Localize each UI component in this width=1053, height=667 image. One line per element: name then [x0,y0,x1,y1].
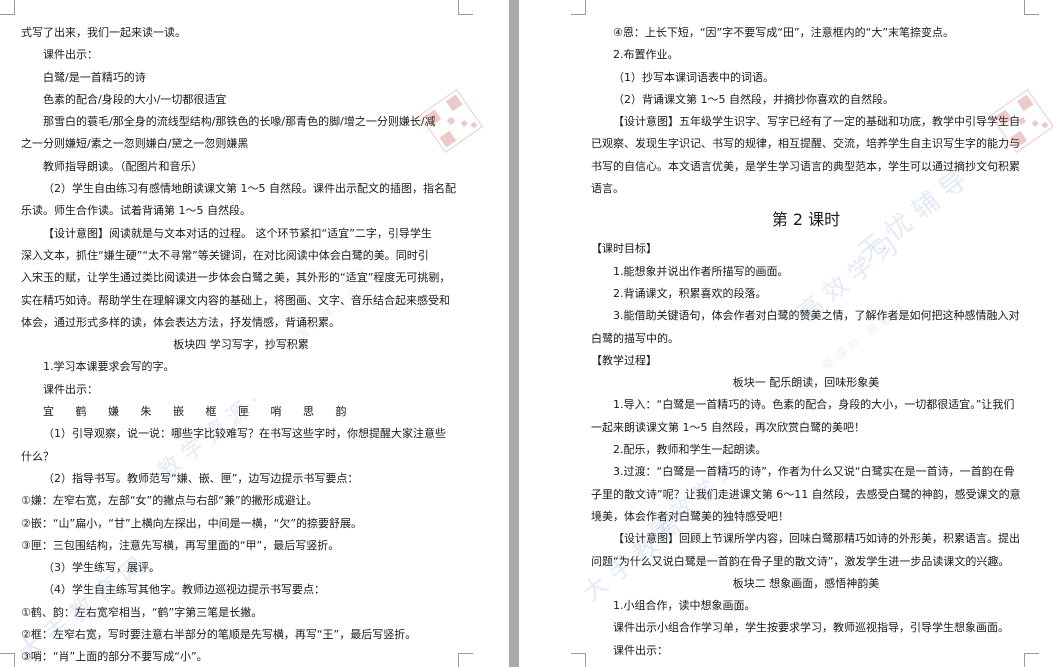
text-line: （2）学生自由练习有感情地朗读课文第 1～5 自然段。课件出示配文的插图，指名配 [43,182,456,196]
section-label: 【课时目标】 [591,242,657,256]
text-line: （3）学生练写，展评。 [43,561,160,575]
text-line: 3.过渡：“白鹭是一首精巧的诗”，作者为什么又说“白鹭实在是一首诗，一首韵在骨 [613,465,1015,479]
text-line: 白鹭的描写中的。 [591,331,679,345]
document-page-left: 式写了出来，我们一起来读一读。 课件出示： 白鹭/是一首精巧的诗 色素的配合/身… [0,0,509,667]
text-line: 之一分则嫌短/素之一忽则嫌白/黛之一忽则嫌黑 [21,137,249,151]
text-line: 2.配乐，教师和学生一起朗读。 [613,443,767,457]
text-line: 语言。 [591,182,624,196]
crop-mark [0,0,15,15]
text-line: ①鹤、韵：左右宽窄相当，“鹤”字第三笔是长撇。 [21,605,263,619]
text-line: 1.小组合作，读中想象画面。 [613,599,756,613]
text-line: 课件出示： [613,643,668,657]
text-line: 教师指导朗读。（配图片和音乐） [43,159,203,173]
text-line: 课件出示小组合作学习单，学生按要求学习，教师巡视指导，引导学生想象画面。 [613,621,1009,635]
text-line: 1.导入：“白鹭是一首精巧的诗。色素的配合，身段的大小，一切都很适宜。”让我们 [613,398,1015,412]
crop-mark [1024,653,1039,667]
text-line: 问题“为什么又说白鹭是一首韵在骨子里的散文诗”，激发学生进一步品读课文的兴趣。 [591,554,1010,568]
text-line: 境美，体会作者对白鹭美的独特感受吧！ [591,509,789,523]
design-intent-paragraph: 【设计意图】阅读就是与文本对话的过程。 这个环节紧扣“适宜”二字，引导学生 [43,226,432,240]
text-line: 课件出示： [43,382,98,396]
text-line: 式写了出来，我们一起来读一读。 [21,26,186,39]
text-line: 3.能借助关键语句，体会作者对白鹭的赞美之情，了解作者是如何把这种感情融入对 [613,309,1020,323]
text-line: 白鹭/是一首精巧的诗 [43,70,146,84]
text-line: （4）学生自主练写其他字。教师边巡视边提示书写要点： [43,583,325,597]
text-line: 入宋玉的赋，让学生通过类比阅读进一步体会白鹭之美，其外形的“适宜”程度无可挑剔， [21,271,451,285]
text-line: 体会，通过形式多样的读，体会表达方法，抒发情感，背诵积累。 [21,315,340,329]
crop-mark [571,653,586,667]
design-intent-paragraph: 【设计意图】五年级学生识字、写字已经有了一定的基础和功底，教学中引导学生自 [613,115,1020,129]
page-text-left: 式写了出来，我们一起来读一读。 课件出示： 白鹭/是一首精巧的诗 色素的配合/身… [21,22,461,667]
section-heading: 板块二 想象画面，感悟神韵美 [732,576,880,590]
crop-mark [1024,0,1039,15]
text-line: 实在精巧如诗。帮助学生在理解课文内容的基础上，将图画、文字、音乐结合起来感受和 [21,293,450,307]
lesson-heading: 第 2 课时 [771,210,841,230]
text-line: （2）背诵课文第 1～5 自然段，并摘抄你喜欢的自然段。 [613,92,894,106]
section-heading: 板块一 配乐朗读，回味形象美 [732,376,880,390]
text-line: ③哨：“肖”上面的部分不要写成“小”。 [21,650,208,664]
document-page-right: ④恩：上长下短，“因”字不要写成“田”，注意框内的“大”末笔捺变点。 2.布置作… [519,0,1053,667]
text-line: 子里的散文诗”呢？让我们走进课文第 6～11 自然段，去感受白鹭的神韵，感受课文… [591,487,1021,501]
text-line: 那雪白的蓑毛/那全身的流线型结构/那铁色的长喙/那青色的脚/增之一分则嫌长/减 [43,115,436,129]
text-line: 书写的自信心。本文语言优美，是学生学习语言的典型范本，学生可以通过摘抄文句积累 [591,159,1020,173]
text-line: 已观察、发现生字识记、书写的规律，相互提醒、交流，培养学生自主识写生字的能力与 [591,137,1020,151]
text-line: ④恩：上长下短，“因”字不要写成“田”，注意框内的“大”末笔捺变点。 [613,26,955,39]
text-line: 一起来朗读课文第 1～5 自然段，再次欣赏白鹭的美吧！ [591,420,865,434]
text-line: 2.背诵课文，积累喜欢的段落。 [613,286,767,300]
text-line: 色素的配合/身段的大小/一切都很适宜 [43,92,227,106]
crop-mark [571,0,586,15]
character-list: 宜 鹤 嫌 朱 嵌 框 匣 哨 思 韵 [43,405,356,419]
text-line: （2）指导书写。教师范写“嫌、嵌、匣”，边写边提示书写要点： [43,471,359,485]
section-label: 【教学过程】 [591,353,657,367]
text-line: 2.布置作业。 [613,48,679,62]
page-text-right: ④恩：上长下短，“因”字不要写成“田”，注意框内的“大”末笔捺变点。 2.布置作… [591,22,1021,662]
text-line: ①嫌：左窄右宽，左部“女”的撇点与右部“兼”的撇形成避让。 [21,494,318,508]
crop-mark [0,653,15,667]
text-line: 1.学习本课要求会写的字。 [43,360,175,374]
text-line: 课件出示： [43,48,98,62]
text-line: （1）引导观察，说一说：哪些字比较难写？在书写这些字时，你想提醒大家注意些 [43,427,446,441]
text-line: ③匣：三包围结构，注意先写横，再写里面的“甲”，最后写竖折。 [21,538,340,552]
text-line: ②嵌：“山”扁小，“甘”上横向左探出，中间是一横，“欠”的捺要舒展。 [21,516,363,530]
text-line: 乐读。师生合作读。试着背诵第 1～5 自然段。 [21,204,251,218]
text-line: 深入文本，抓住“嫌生硬”“太不寻常”等关键词，在对比阅读中体会白鹭的美。同时引 [21,248,429,262]
text-line: 什么？ [21,449,54,463]
section-heading: 板块四 学习写字，抄写积累 [173,338,309,352]
text-line: （1）抄写本课词语表中的词语。 [613,70,774,84]
text-line: ②框：左窄右宽，写时要注意右半部分的笔顺是先写横，再写“王”，最后写竖折。 [21,628,417,642]
text-line: 1.能想象并说出作者所描写的画面。 [613,264,789,278]
design-intent-paragraph: 【设计意图】回顾上节课所学内容，回味白鹭那精巧如诗的外形美，积累语言。提出 [613,532,1020,546]
crop-mark [458,0,473,15]
